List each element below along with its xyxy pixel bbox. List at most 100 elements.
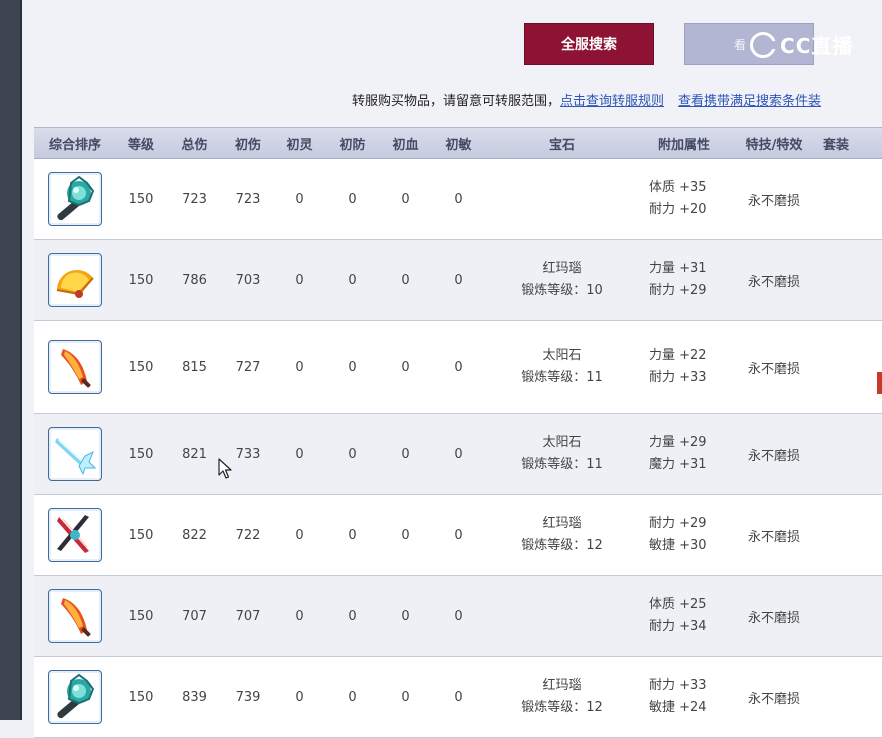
header-spirit[interactable]: 初灵	[273, 134, 326, 153]
spirit-cell: 0	[295, 608, 304, 624]
gem-name: 红玛瑙	[542, 678, 582, 693]
equipment-table: 综合排序 等级 总伤 初伤 初灵 初防 初血 初敏 宝石 附加属性 特技/特效 …	[34, 127, 882, 738]
item-icon-cell[interactable]	[34, 670, 116, 724]
header-defense[interactable]: 初防	[326, 134, 379, 153]
teal-mace-icon[interactable]	[48, 670, 102, 724]
crossed-blades-icon[interactable]	[48, 508, 102, 562]
item-icon-cell[interactable]	[34, 427, 116, 481]
flame-blade-icon[interactable]	[48, 589, 102, 643]
skill-cell: 永不磨损	[747, 691, 800, 707]
attr-line: 耐力 +20	[649, 202, 707, 217]
defense-cell: 0	[348, 446, 357, 462]
base-damage-cell: 723	[235, 191, 261, 207]
total-damage-cell: 839	[182, 689, 207, 705]
transfer-rules-link[interactable]: 点击查询转服规则	[560, 94, 664, 109]
header-agility[interactable]: 初敏	[432, 134, 485, 153]
cc-live-watermark: 看 CC直播	[734, 30, 853, 59]
hp-cell: 0	[401, 689, 410, 705]
item-icon-cell[interactable]	[34, 253, 116, 307]
level-cell: 150	[128, 359, 154, 375]
ice-sword-icon[interactable]	[48, 427, 102, 481]
level-cell: 150	[128, 446, 154, 462]
gem-cell: 红玛瑙锻炼等级：12	[485, 675, 639, 719]
extra-attr-cell: 力量 +31 耐力 +29	[639, 258, 729, 302]
skill-cell: 永不磨损	[747, 361, 800, 377]
spirit-cell: 0	[295, 359, 304, 375]
teal-mace-icon[interactable]	[48, 172, 102, 226]
total-damage-cell: 822	[182, 527, 207, 543]
base-damage-cell: 703	[235, 272, 261, 288]
table-row[interactable]: 150 786 703 0 0 0 0 红玛瑙 锻炼等级：10 力量 +31 耐力 +29 永不磨损	[34, 240, 882, 321]
defense-cell: 0	[348, 608, 357, 624]
forge-level: 锻炼等级：12	[521, 538, 603, 553]
gem-name: 太阳石	[542, 435, 582, 450]
table-row[interactable]: 150 707 707 0 0 0 0 体质 +25 耐力 +34 永不磨损	[34, 576, 882, 657]
carry-search-link[interactable]: 查看携带满足搜索条件装	[678, 94, 821, 109]
agility-cell: 0	[454, 191, 463, 207]
extra-attr-cell: 力量 +29 魔力 +31	[639, 432, 729, 476]
total-damage-cell: 815	[182, 359, 207, 375]
search-all-servers-button[interactable]: 全服搜索	[524, 23, 654, 65]
spirit-cell: 0	[295, 272, 304, 288]
spirit-cell: 0	[295, 191, 304, 207]
level-cell: 150	[128, 689, 154, 705]
header-total-damage[interactable]: 总伤	[166, 134, 223, 153]
total-damage-cell: 786	[182, 272, 207, 288]
attr-line: 力量 +29	[649, 435, 707, 450]
extra-attr-cell: 体质 +35 耐力 +20	[639, 177, 729, 221]
total-damage-cell: 821	[182, 446, 207, 462]
table-row[interactable]: 150 723 723 0 0 0 0 体质 +35 耐力 +20 永不磨损	[34, 159, 882, 240]
table-row[interactable]: 150 839 739 0 0 0 0 红玛瑙 锻炼等级：12 耐力 +33 敏捷 +24 永不磨损	[34, 657, 882, 738]
gem-cell: 红玛瑙 锻炼等级：10	[485, 258, 639, 302]
level-cell: 150	[128, 608, 154, 624]
scroll-indicator[interactable]	[877, 372, 882, 394]
header-level[interactable]: 等级	[116, 134, 166, 153]
gem-cell: 太阳石锻炼等级：11	[485, 432, 639, 476]
base-damage-cell: 722	[235, 527, 261, 543]
header-gem: 宝石	[548, 137, 575, 153]
attr-line: 耐力 +33	[649, 678, 707, 693]
golden-fan-icon[interactable]	[48, 253, 102, 307]
forge-level: 锻炼等级：11	[521, 457, 603, 472]
equipment-search-page: 全服搜索 看 CC直播 转服购买物品，请留意可转服范围，点击查询转服规则 查看携带…	[22, 0, 882, 738]
skill-cell: 永不磨损	[747, 448, 800, 464]
cc-logo-icon	[750, 31, 778, 58]
header-sort[interactable]: 综合排序	[34, 134, 116, 153]
extra-attr-cell: 力量 +22 耐力 +33	[639, 345, 729, 389]
base-damage-cell: 739	[235, 689, 261, 705]
level-cell: 150	[128, 191, 154, 207]
header-hp[interactable]: 初血	[379, 134, 432, 153]
base-damage-cell: 707	[235, 608, 261, 624]
watermark-brand: CC直播	[780, 34, 854, 58]
extra-attr-cell: 耐力 +33 敏捷 +24	[639, 675, 729, 719]
watermark-small-text: 看	[734, 38, 747, 52]
attr-line: 耐力 +29	[649, 516, 707, 531]
attr-line: 敏捷 +24	[649, 700, 707, 715]
gem-name: 红玛瑙	[542, 516, 582, 531]
flame-blade-icon[interactable]	[48, 340, 102, 394]
level-cell: 150	[128, 527, 154, 543]
agility-cell: 0	[454, 689, 463, 705]
gem-name: 红玛瑙	[542, 261, 582, 276]
mouse-cursor-icon	[218, 458, 232, 479]
header-set: 套装	[822, 137, 849, 153]
header-base-damage[interactable]: 初伤	[223, 134, 273, 153]
gem-cell: 太阳石 锻炼等级：11	[485, 345, 639, 389]
table-row[interactable]: 150 821 733 0 0 0 0 太阳石 锻炼等级：11 力量 +29 魔力 +31 永不磨损	[34, 414, 882, 495]
header-skill: 特技/特效	[745, 137, 803, 153]
agility-cell: 0	[454, 527, 463, 543]
forge-level: 锻炼等级：12	[521, 700, 603, 715]
skill-cell: 永不磨损	[747, 193, 800, 209]
item-icon-cell[interactable]	[34, 340, 116, 394]
item-icon-cell[interactable]	[34, 508, 116, 562]
attr-line: 耐力 +34	[649, 619, 707, 634]
defense-cell: 0	[348, 689, 357, 705]
hp-cell: 0	[401, 359, 410, 375]
total-damage-cell: 707	[182, 608, 207, 624]
table-row[interactable]: 150 822 722 0 0 0 0 红玛瑙 锻炼等级：12 耐力 +29 敏捷 +30 永不磨损	[34, 495, 882, 576]
hp-cell: 0	[401, 608, 410, 624]
item-icon-cell[interactable]	[34, 172, 116, 226]
item-icon-cell[interactable]	[34, 589, 116, 643]
table-row[interactable]: 150 815 727 0 0 0 0 太阳石 锻炼等级：11 力量 +22 耐力 +33 永不磨损	[34, 321, 882, 414]
extra-attr-cell: 体质 +25 耐力 +34	[639, 594, 729, 638]
